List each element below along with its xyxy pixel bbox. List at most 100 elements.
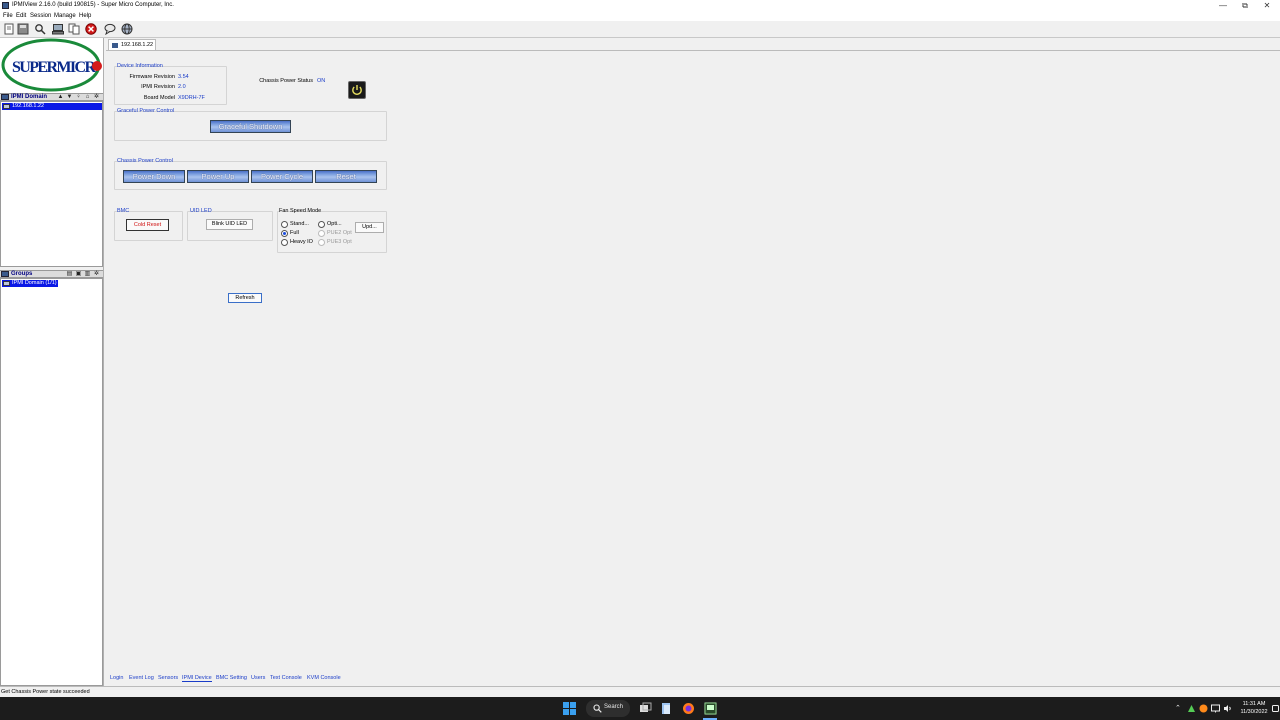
ipmi-domain-header: IPMI Domain ▲ ▼ ♀ ⌂ ✲	[0, 93, 103, 101]
menu-edit[interactable]: Edit	[16, 13, 26, 19]
chat-icon[interactable]	[104, 23, 116, 35]
taskbar-clock[interactable]: 11:31 AM 11/30/2022	[1238, 700, 1270, 716]
tree-item-group-label: IPMI Domain (1/1)	[12, 280, 57, 286]
ipmi-domain-title: IPMI Domain	[11, 94, 48, 100]
tray-app-icon[interactable]	[1187, 704, 1196, 713]
clock-date: 11/30/2022	[1240, 709, 1268, 715]
blink-uid-led-button[interactable]: Blink UID LED	[206, 219, 253, 230]
tab-bmc-setting[interactable]: BMC Setting	[216, 675, 247, 681]
uid-led-title: UID LED	[190, 208, 212, 214]
fan-pue2-label: PUE2 Opt	[327, 230, 352, 236]
tab-sensors[interactable]: Sensors	[158, 675, 178, 681]
status-bar: Get Chassis Power state succeeded	[0, 686, 1280, 697]
supermicro-logo: SUPERMICR	[0, 38, 103, 93]
menu-session[interactable]: Session	[30, 13, 51, 19]
move-down-icon[interactable]: ▼	[66, 94, 73, 101]
power-icon	[352, 85, 362, 96]
window-title: IPMIView 2.16.0 (build 190815) - Super M…	[12, 2, 174, 8]
delete-group-icon[interactable]: ▥	[84, 271, 91, 278]
fan-update-button[interactable]: Upd...	[355, 222, 384, 233]
fan-heavy-io-radio[interactable]	[281, 239, 288, 246]
menu-help[interactable]: Help	[79, 13, 91, 19]
tab-login[interactable]: Login	[110, 675, 123, 681]
move-up-icon[interactable]: ▲	[57, 94, 64, 101]
tray-status-icon[interactable]	[1199, 704, 1208, 713]
tray-volume-icon[interactable]	[1223, 704, 1232, 713]
group-settings-icon[interactable]: ✲	[93, 271, 100, 278]
graceful-shutdown-button[interactable]: Graceful Shutdown	[210, 120, 291, 133]
edit-group-icon[interactable]: ▤	[66, 271, 73, 278]
menu-manage[interactable]: Manage	[54, 13, 76, 19]
globe-icon[interactable]	[121, 23, 133, 35]
home-icon[interactable]: ⌂	[84, 94, 91, 101]
windows-start-icon[interactable]	[563, 702, 576, 715]
new-icon[interactable]	[3, 23, 15, 35]
refresh-button[interactable]: Refresh	[228, 293, 262, 303]
tab-host[interactable]: 192.168.1.22	[108, 39, 156, 50]
cold-reset-button[interactable]: Cold Reset	[126, 219, 169, 231]
tab-text-console[interactable]: Text Console	[270, 675, 302, 681]
tray-overflow-icon[interactable]: ⌃	[1175, 704, 1184, 713]
reset-button[interactable]: Reset	[315, 170, 377, 183]
clock-time: 11:31 AM	[1242, 701, 1266, 707]
title-bar: IPMIView 2.16.0 (build 190815) - Super M…	[0, 0, 1280, 11]
tray-network-icon[interactable]	[1211, 704, 1220, 713]
fan-heavy-io-label: Heavy IO	[290, 239, 313, 245]
bmc-title: BMC	[117, 208, 130, 214]
search-icon[interactable]	[34, 23, 46, 35]
ipmi-revision-value: 2.0	[178, 84, 186, 90]
tree-item-host[interactable]: 192.168.1.22	[2, 103, 102, 110]
logo-text: SUPERMICR	[12, 59, 96, 76]
host-icon	[3, 104, 10, 109]
board-model-value: X9DRH-7F	[178, 95, 205, 101]
ipmiview-taskbar-icon[interactable]	[704, 702, 717, 715]
domain-icon	[1, 94, 9, 100]
power-cycle-button[interactable]: Power Cycle	[251, 170, 313, 183]
taskbar-search[interactable]: Search	[586, 700, 630, 717]
close-button[interactable]: ✕	[1254, 0, 1280, 11]
tree-item-label: 192.168.1.22	[12, 103, 45, 109]
tab-ipmi-device[interactable]: IPMI Device	[182, 675, 212, 682]
tab-users[interactable]: Users	[251, 675, 265, 681]
save-icon[interactable]	[17, 23, 29, 35]
file-explorer-icon[interactable]	[660, 702, 673, 715]
fan-optimal-radio[interactable]	[318, 221, 325, 228]
disconnect-icon[interactable]	[85, 23, 97, 35]
power-down-button[interactable]: Power Down	[123, 170, 185, 183]
tree-item-group[interactable]: IPMI Domain (1/1)	[2, 280, 58, 287]
power-toggle-button[interactable]	[348, 81, 366, 99]
app-icon	[2, 2, 9, 9]
groups-tree: IPMI Domain (1/1)	[0, 278, 103, 686]
groups-title: Groups	[11, 271, 33, 277]
host-tab-icon	[112, 43, 118, 48]
firefox-icon[interactable]	[682, 702, 695, 715]
fan-optimal-label: Opti...	[327, 221, 342, 227]
fan-standard-label: Stand...	[290, 221, 309, 227]
firmware-value: 3.54	[178, 74, 189, 80]
fan-full-radio[interactable]	[281, 230, 288, 237]
chassis-status-label: Chassis Power Status	[259, 78, 313, 84]
fan-standard-radio[interactable]	[281, 221, 288, 228]
firmware-label: Firmware Revision	[129, 74, 175, 80]
lock-group-icon[interactable]: ▣	[75, 271, 82, 278]
groups-icon	[1, 271, 9, 277]
bulb-icon[interactable]: ♀	[75, 94, 82, 101]
toolbar	[0, 21, 1280, 38]
power-up-button[interactable]: Power Up	[187, 170, 249, 183]
ipmi-revision-label: IPMI Revision	[141, 84, 175, 90]
search-glass-icon	[593, 704, 602, 713]
left-panel: SUPERMICR IPMI Domain ▲ ▼ ♀ ⌂ ✲ 192.168.…	[0, 38, 104, 686]
fan-pue3-radio	[318, 239, 325, 246]
settings-icon[interactable]: ✲	[93, 94, 100, 101]
task-view-icon[interactable]	[639, 702, 652, 715]
graceful-power-title: Graceful Power Control	[117, 108, 175, 114]
ipmi-domain-tree: 192.168.1.22	[0, 101, 103, 267]
notification-icon[interactable]	[1271, 704, 1280, 713]
menu-file[interactable]: File	[3, 13, 13, 19]
tab-kvm-console[interactable]: KVM Console	[307, 675, 341, 681]
computer-icon[interactable]	[52, 23, 64, 35]
copy-icon[interactable]	[68, 23, 80, 35]
tab-event-log[interactable]: Event Log	[129, 675, 154, 681]
bottom-tab-bar: Login Event Log Sensors IPMI Device BMC …	[106, 673, 1280, 685]
fan-pue2-radio	[318, 230, 325, 237]
